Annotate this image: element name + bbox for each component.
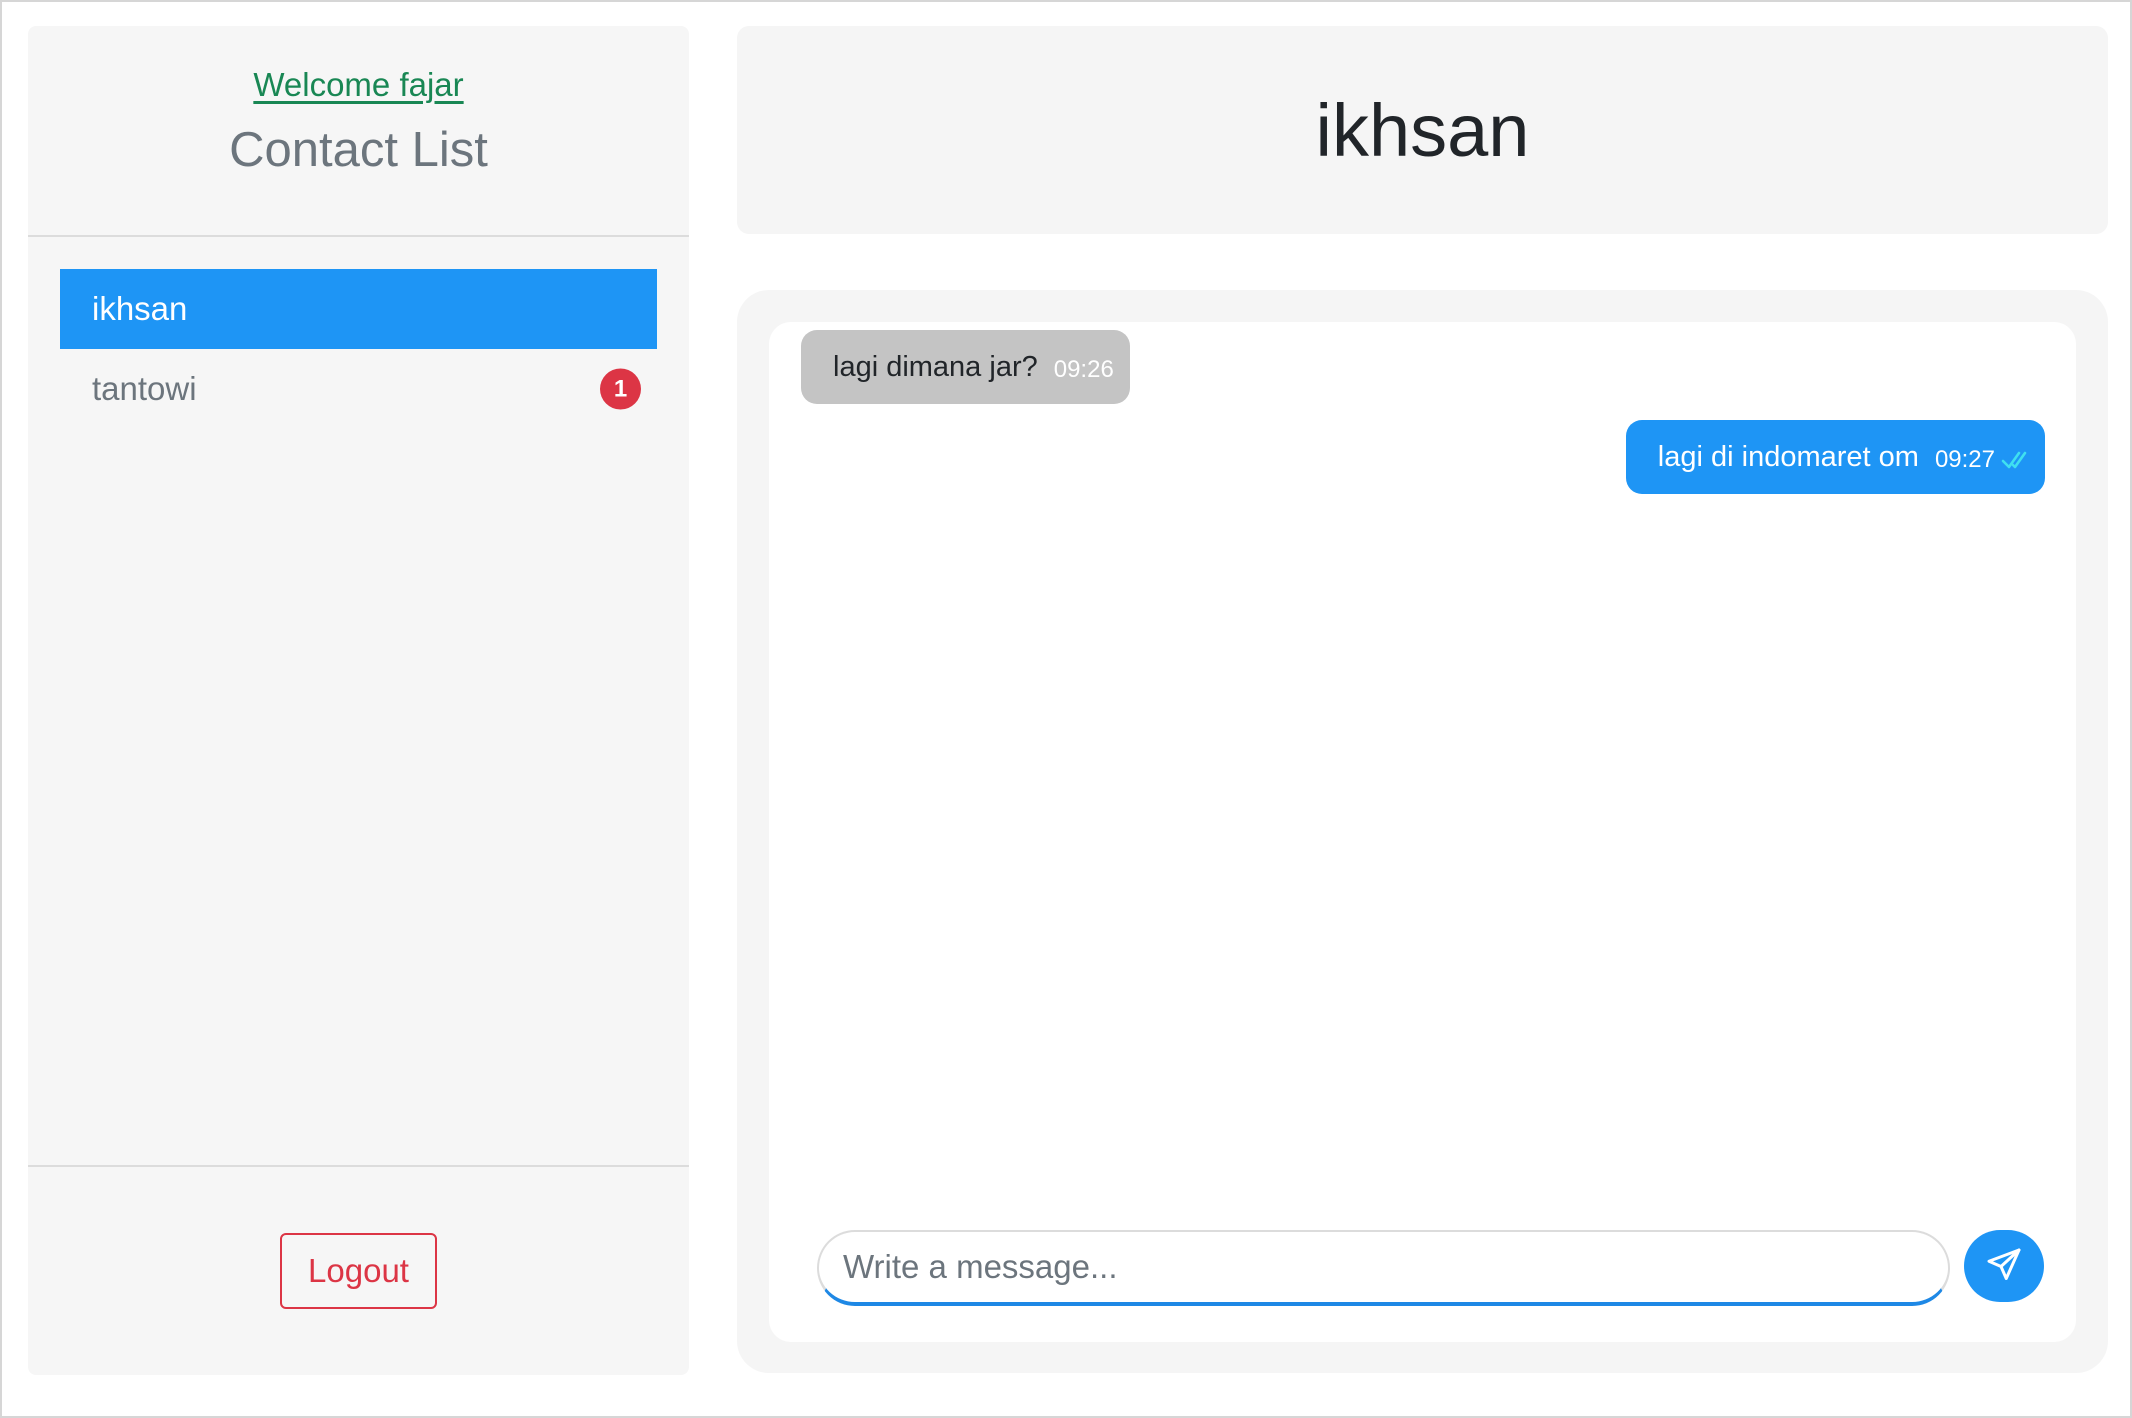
app-frame: Welcome fajar Contact List ikhsan tantow… xyxy=(0,0,2132,1418)
contact-item-ikhsan[interactable]: ikhsan xyxy=(60,269,657,349)
message-bubble-incoming: lagi dimana jar? 09:26 xyxy=(801,330,1130,404)
contact-name: ikhsan xyxy=(92,290,188,327)
message-input[interactable] xyxy=(817,1230,1950,1306)
welcome-link[interactable]: Welcome fajar xyxy=(28,66,689,104)
chat-panel: lagi dimana jar? 09:26 lagi di indomaret… xyxy=(737,290,2108,1373)
paper-plane-icon xyxy=(1985,1247,2023,1286)
send-button[interactable] xyxy=(1964,1230,2044,1302)
message-time: 09:26 xyxy=(1053,356,1114,383)
message-area: lagi dimana jar? 09:26 lagi di indomaret… xyxy=(769,322,2076,1342)
unread-badge: 1 xyxy=(600,368,641,410)
sidebar-footer: Logout xyxy=(28,1165,689,1375)
logout-button[interactable]: Logout xyxy=(280,1233,437,1309)
message-bubble-outgoing: lagi di indomaret om 09:27 xyxy=(1625,420,2045,494)
message-text: lagi dimana jar? xyxy=(833,350,1038,383)
contact-name: tantowi xyxy=(92,370,197,407)
contact-list-title: Contact List xyxy=(229,123,488,177)
message-text: lagi di indomaret om xyxy=(1657,440,1919,473)
contact-item-tantowi[interactable]: tantowi 1 xyxy=(60,349,657,429)
message-time: 09:27 xyxy=(1934,446,1995,473)
contact-sidebar: Welcome fajar Contact List ikhsan tantow… xyxy=(28,26,689,1375)
contact-list: ikhsan tantowi 1 xyxy=(60,269,657,429)
chat-header: ikhsan xyxy=(737,26,2108,234)
chat-partner-name: ikhsan xyxy=(1315,88,1530,172)
sidebar-header: Welcome fajar Contact List xyxy=(28,26,689,237)
double-check-icon xyxy=(2001,449,2029,471)
